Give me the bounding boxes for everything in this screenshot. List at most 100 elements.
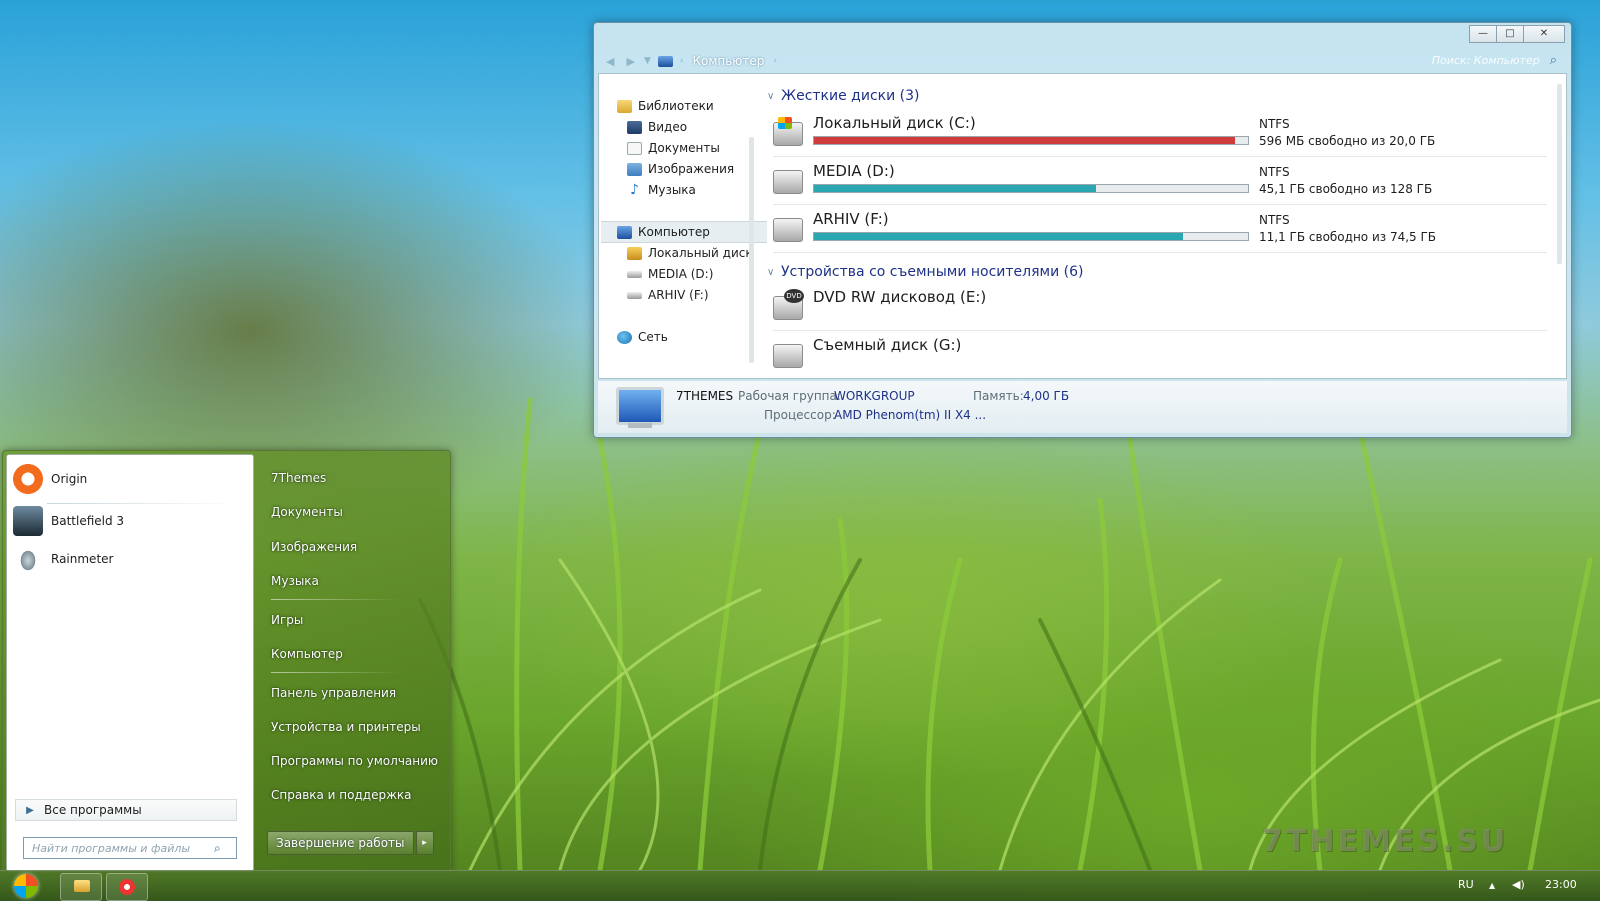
link-help-support[interactable]: Справка и поддержка (271, 788, 412, 802)
nav-scrollbar[interactable] (749, 137, 754, 363)
start-button[interactable] (14, 874, 38, 898)
program-label: Origin (51, 472, 88, 486)
drive-local-c[interactable]: Локальный диск (C:) NTFS 596 МБ свободно… (773, 112, 1547, 157)
group-header-label: Жесткие диски (3) (781, 88, 920, 104)
nav-video[interactable]: Видео (627, 117, 777, 137)
back-arrow-icon[interactable]: ◀ (606, 55, 614, 68)
system-drive-icon (773, 117, 803, 146)
navigation-pane: Библиотеки Видео Документы Изображения ♪… (599, 74, 767, 378)
taskbar-explorer-button[interactable] (60, 873, 102, 901)
nav-label: Музыка (648, 183, 696, 197)
maximize-button[interactable]: □ (1496, 25, 1524, 43)
shutdown-options-arrow[interactable]: ▸ (415, 831, 434, 855)
link-images[interactable]: Изображения (271, 540, 357, 554)
origin-icon (13, 464, 43, 494)
computer-icon (657, 55, 673, 67)
nav-images[interactable]: Изображения (627, 159, 777, 179)
link-music[interactable]: Музыка (271, 574, 319, 588)
network-icon (617, 330, 632, 344)
drive-usage-fill (814, 233, 1183, 240)
drive-usage-bar (813, 184, 1249, 193)
nav-label: Видео (648, 120, 688, 134)
link-computer[interactable]: Компьютер (271, 647, 343, 661)
link-documents[interactable]: Документы (271, 505, 343, 519)
nav-label: Документы (648, 141, 720, 155)
link-devices-printers[interactable]: Устройства и принтеры (271, 720, 421, 734)
nav-label: MEDIA (D:) (648, 267, 714, 281)
hard-drive-icon (773, 218, 803, 242)
chevron-down-icon: ∨ (767, 90, 775, 102)
workgroup-label: Рабочая группа: (738, 389, 841, 403)
nav-local-disk[interactable]: Локальный диск ( (627, 243, 749, 263)
drive-free-space: 45,1 ГБ свободно из 128 ГБ (1259, 182, 1433, 196)
tray-expand-icon[interactable]: ▲ (1489, 881, 1495, 890)
program-label: Rainmeter (51, 552, 114, 566)
nav-label: Локальный диск ( (648, 246, 749, 260)
music-note-icon: ♪ (630, 181, 639, 198)
breadcrumb-computer[interactable]: Компьютер (692, 54, 764, 68)
explorer-search-input[interactable] (1417, 52, 1542, 68)
nav-arhiv-drive[interactable]: ARHIV (F:) (627, 285, 777, 305)
drive-dvd-e[interactable]: DVD RW дисковод (E:) (773, 286, 1547, 331)
drive-name: ARHIV (F:) (813, 210, 889, 228)
computer-monitor-icon (616, 387, 664, 425)
program-battlefield-3[interactable]: Battlefield 3 (13, 503, 241, 539)
workgroup-value: WORKGROUP (834, 389, 915, 403)
clock[interactable]: 23:00 (1545, 878, 1577, 891)
group-removable[interactable]: ∨ Устройства со съемными носителями (6) (767, 262, 1083, 282)
nav-music[interactable]: ♪ Музыка (627, 180, 777, 200)
program-origin[interactable]: Origin (13, 461, 241, 497)
link-games[interactable]: Игры (271, 613, 303, 627)
close-button[interactable]: ✕ (1523, 25, 1565, 43)
image-icon (627, 162, 642, 176)
chevron-right-icon[interactable]: › (680, 56, 684, 66)
nav-computer[interactable]: Компьютер (601, 221, 767, 243)
program-rainmeter[interactable]: Rainmeter (13, 541, 241, 577)
window-controls: — □ ✕ (1469, 25, 1565, 43)
memory-value: 4,00 ГБ (1023, 389, 1070, 403)
shutdown-button[interactable]: Завершение работы (267, 831, 414, 855)
nav-network[interactable]: Сеть (617, 327, 767, 347)
search-icon[interactable]: ⌕ (1550, 53, 1557, 68)
drive-usage-bar (813, 232, 1249, 241)
start-search-input[interactable] (30, 840, 214, 856)
nav-label: Компьютер (638, 225, 710, 239)
volume-icon[interactable]: ◀) (1512, 878, 1525, 891)
local-disk-icon (627, 246, 642, 260)
drive-media-d[interactable]: MEDIA (D:) NTFS 45,1 ГБ свободно из 128 … (773, 160, 1547, 205)
all-programs-button[interactable]: ▶ Все программы (15, 799, 237, 821)
search-icon[interactable]: ⌕ (214, 841, 221, 856)
monitor-stand (628, 423, 652, 428)
battlefield-soldier-icon (13, 506, 43, 536)
group-hard-drives[interactable]: ∨ Жесткие диски (3) (767, 86, 919, 106)
details-pane: 7THEMES Рабочая группа: WORKGROUP Память… (598, 381, 1567, 433)
link-user-7themes[interactable]: 7Themes (271, 471, 326, 485)
history-dropdown-icon[interactable]: ▼ (644, 56, 651, 66)
drive-arhiv-f[interactable]: ARHIV (F:) NTFS 11,1 ГБ свободно из 74,5… (773, 208, 1547, 253)
explorer-search: ⌕ (1407, 49, 1557, 71)
main-scrollbar[interactable] (1557, 84, 1562, 264)
link-control-panel[interactable]: Панель управления (271, 686, 396, 700)
origin-icon (119, 879, 135, 895)
forward-arrow-icon[interactable]: ▶ (626, 55, 634, 68)
memory-label: Память: (973, 389, 1024, 403)
drive-usage-bar (813, 136, 1249, 145)
language-indicator[interactable]: RU (1458, 878, 1474, 891)
link-default-programs[interactable]: Программы по умолчанию (271, 754, 438, 768)
removable-disk-icon (773, 344, 803, 368)
chevron-right-icon[interactable]: › (773, 56, 777, 66)
cpu-value: AMD Phenom(tm) II X4 ... (834, 408, 987, 422)
minimize-button[interactable]: — (1469, 25, 1497, 43)
program-label: Battlefield 3 (51, 514, 125, 528)
group-header-label: Устройства со съемными носителями (6) (781, 264, 1084, 280)
taskbar-origin-button[interactable] (106, 873, 148, 901)
chevron-right-icon: ▶ (26, 804, 34, 816)
nav-libraries[interactable]: Библиотеки (617, 96, 767, 116)
drive-removable-g[interactable]: Съемный диск (G:) (773, 334, 1547, 378)
drive-filesystem: NTFS (1259, 213, 1290, 227)
drive-filesystem: NTFS (1259, 117, 1290, 131)
nav-media-drive[interactable]: MEDIA (D:) (627, 264, 777, 284)
explorer-window[interactable]: — □ ✕ ◀ ▶ ▼ › Компьютер › ⌕ Библиотеки В… (593, 22, 1572, 438)
drive-free-space: 11,1 ГБ свободно из 74,5 ГБ (1259, 230, 1437, 244)
nav-documents[interactable]: Документы (627, 138, 777, 158)
